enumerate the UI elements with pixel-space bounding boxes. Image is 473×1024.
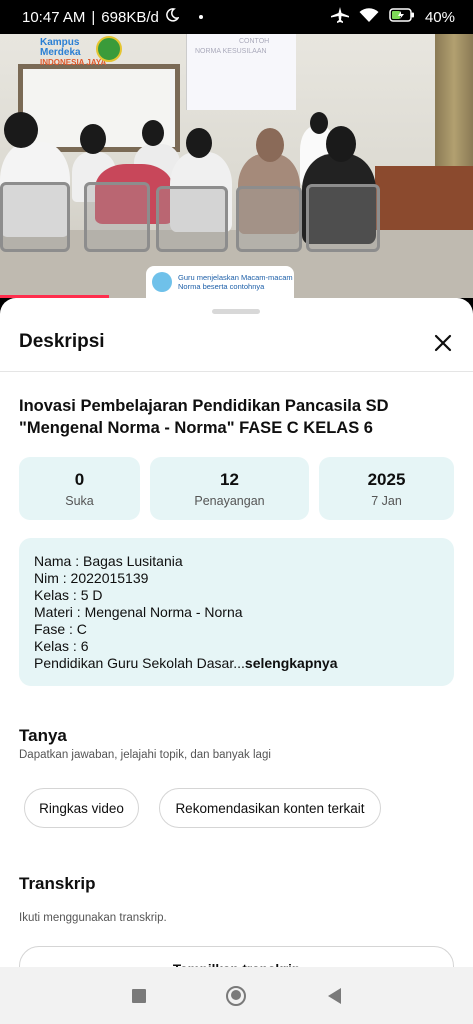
recent-apps-button[interactable] [124,981,154,1011]
date-stat: 2025 7 Jan [319,457,454,520]
caption-line: Norma beserta contohnya [178,282,265,291]
description-sheet: Deskripsi Inovasi Pembelajaran Pendidika… [0,298,473,967]
student-head [186,128,212,158]
status-speed: 698KB/d [101,8,159,26]
description-line: Kelas : 5 D [34,587,103,603]
video-player[interactable]: Kampus Merdeka INDONESIA JAYA NORMA KESUS… [0,34,473,298]
ask-title: Tanya [19,726,67,745]
stat-value: 2025 [367,469,406,489]
divider [0,371,473,372]
ask-subtitle: Dapatkan jawaban, jelajahi topik, dan ba… [19,749,271,761]
show-more-link[interactable]: selengkapnya [245,655,338,671]
battery-icon [389,8,415,26]
chair [156,186,228,252]
description-line: Kelas : 6 [34,638,89,654]
student-head [142,120,164,146]
transcript-title: Transkrip [19,874,96,893]
description-line: Nama : Bagas Lusitania [34,553,183,569]
pin-icon [152,272,172,292]
description-line: Nim : 2022015139 [34,570,149,586]
home-icon [226,985,247,1006]
stat-label: Penayangan [194,493,265,508]
description-line: Materi : Mengenal Norma - Norna [34,604,243,620]
back-button[interactable] [319,981,349,1011]
recommend-content-chip[interactable]: Rekomendasikan konten terkait [159,788,381,828]
notification-dot [198,15,203,19]
drag-handle[interactable] [212,309,260,314]
status-time: 10:47 AM [22,8,86,26]
stat-label: Suka [65,493,94,508]
recent-apps-icon [131,988,146,1003]
status-bar: 10:47 AM | 698KB/d 40% [0,0,473,34]
chair [306,184,380,252]
teacher-desk [375,166,473,232]
university-seal-icon [96,36,122,62]
teacher-head [310,112,328,134]
student-head [326,126,356,162]
summarize-video-chip[interactable]: Ringkas video [24,788,139,828]
description-box[interactable]: Nama : Bagas Lusitania Nim : 2022015139 … [19,538,454,686]
moon-icon [165,8,180,26]
airplane-icon [330,7,349,27]
wifi-icon [359,7,379,27]
curtain [435,34,473,174]
close-icon [434,334,452,352]
close-button[interactable] [430,330,456,356]
show-transcript-button[interactable]: Tampilkan transkrip [19,946,454,967]
battery-percent: 40% [424,8,455,26]
home-button[interactable] [221,981,251,1011]
caption-line: Guru menjelaskan Macam-macam [178,273,293,282]
stat-value: 0 [74,469,85,489]
chair [0,182,70,252]
sheet-title: Deskripsi [19,331,105,352]
back-icon [327,987,341,1004]
views-stat: 12 Penayangan [150,457,309,520]
projection-heading: CONTOH [239,38,270,45]
navigation-bar [0,967,473,1024]
description-line: Pendidikan Guru Sekolah Dasar... [34,655,245,671]
video-title: Inovasi Pembelajaran Pendidikan Pancasil… [19,397,389,437]
stat-value: 12 [220,469,239,489]
description-line: Fase : C [34,621,87,637]
student-head [256,128,284,162]
student-head [80,124,106,154]
transcript-subtitle: Ikuti menggunakan transkrip. [19,912,167,924]
projection-text: NORMA KESUSILAAN [195,48,267,55]
chair [84,182,150,252]
stat-label: 7 Jan [371,493,402,508]
projector-screen: NORMA KESUSILAAN CONTOH [186,34,296,110]
likes-stat: 0 Suka [19,457,140,520]
video-caption-overlay: Guru menjelaskan Macam-macam Norma beser… [146,266,294,298]
chair [236,186,302,252]
student-head [4,112,38,148]
